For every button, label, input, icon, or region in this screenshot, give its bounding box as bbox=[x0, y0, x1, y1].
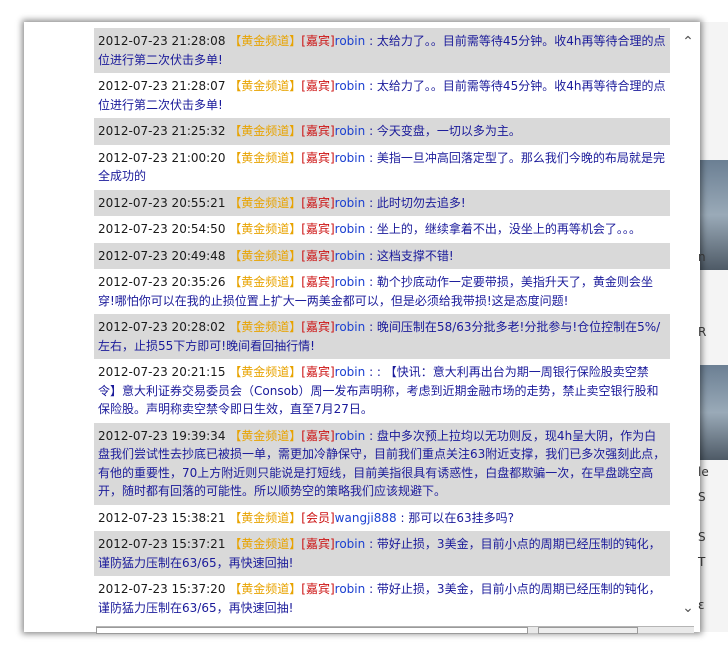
chat-message: 2012-07-23 15:37:21 【黄金频道】[嘉宾]robin : 带好… bbox=[94, 531, 670, 576]
username[interactable]: robin bbox=[335, 151, 366, 165]
chat-message-list[interactable]: 2012-07-23 21:28:08 【黄金频道】[嘉宾]robin : 太给… bbox=[94, 28, 700, 622]
chat-message: 2012-07-23 21:00:20 【黄金频道】[嘉宾]robin : 美指… bbox=[94, 145, 670, 190]
message-timestamp: 2012-07-23 20:35:26 bbox=[98, 275, 226, 289]
channel-tag: 【黄金频道】 bbox=[229, 79, 302, 93]
channel-tag: 【黄金频道】 bbox=[229, 222, 302, 236]
background-text-fragment: T bbox=[698, 555, 706, 569]
role-tag: [嘉宾] bbox=[301, 79, 335, 93]
chat-message: 2012-07-23 20:54:50 【黄金频道】[嘉宾]robin : 坐上… bbox=[94, 216, 670, 243]
channel-tag: 【黄金频道】 bbox=[229, 34, 302, 48]
message-text: : 此时切勿去追多! bbox=[369, 195, 466, 210]
role-tag: [嘉宾] bbox=[301, 222, 335, 236]
role-tag: [嘉宾] bbox=[301, 34, 335, 48]
background-text-fragment: le bbox=[698, 465, 709, 479]
username[interactable]: robin bbox=[335, 537, 366, 551]
channel-tag: 【黄金频道】 bbox=[229, 248, 302, 263]
scroll-down-icon[interactable]: ⌄ bbox=[678, 598, 698, 618]
message-timestamp: 2012-07-23 21:28:08 bbox=[98, 34, 226, 48]
message-timestamp: 2012-07-23 19:39:34 bbox=[98, 428, 226, 443]
username[interactable]: robin bbox=[335, 275, 366, 289]
role-tag: [嘉宾] bbox=[301, 320, 335, 334]
username[interactable]: robin bbox=[335, 582, 366, 596]
background-text-fragment: S bbox=[698, 490, 706, 504]
role-tag: [嘉宾] bbox=[301, 124, 335, 138]
chat-message: 2012-07-23 20:55:21 【黄金频道】[嘉宾]robin : 此时… bbox=[94, 189, 670, 216]
username[interactable]: wangji888 bbox=[335, 511, 397, 525]
chat-message: 2012-07-23 20:49:48 【黄金频道】[嘉宾]robin : 这档… bbox=[94, 242, 670, 269]
username[interactable]: robin bbox=[335, 320, 366, 334]
chat-log-window: 2012-07-23 21:28:08 【黄金频道】[嘉宾]robin : 太给… bbox=[24, 22, 700, 632]
message-timestamp: 2012-07-23 20:54:50 bbox=[98, 222, 226, 236]
role-tag: [嘉宾] bbox=[301, 428, 335, 443]
username[interactable]: robin bbox=[335, 365, 366, 379]
background-text-fragment: ε bbox=[698, 598, 705, 612]
role-tag: [嘉宾] bbox=[301, 365, 335, 379]
username[interactable]: robin bbox=[335, 196, 366, 210]
role-tag: [嘉宾] bbox=[301, 537, 335, 551]
message-text: : 这档支撑不错! bbox=[369, 248, 454, 263]
role-tag: [嘉宾] bbox=[301, 150, 335, 165]
background-text-fragment: S bbox=[698, 530, 706, 544]
chat-message: 2012-07-23 15:37:20 【黄金频道】[嘉宾]robin : 带好… bbox=[94, 576, 670, 621]
channel-tag: 【黄金频道】 bbox=[229, 510, 302, 525]
chat-message: 2012-07-23 15:38:21 【黄金频道】[会员]wangji888 … bbox=[94, 505, 670, 532]
username[interactable]: robin bbox=[335, 79, 366, 93]
role-tag: [会员] bbox=[301, 510, 335, 525]
window-left-margin bbox=[24, 22, 94, 632]
message-timestamp: 2012-07-23 20:28:02 bbox=[98, 320, 226, 334]
message-input[interactable] bbox=[96, 627, 528, 634]
role-tag: [嘉宾] bbox=[301, 195, 335, 210]
channel-tag: 【黄金频道】 bbox=[229, 428, 302, 443]
message-timestamp: 2012-07-23 20:21:15 bbox=[98, 365, 226, 379]
message-timestamp: 2012-07-23 20:55:21 bbox=[98, 195, 226, 210]
message-timestamp: 2012-07-23 21:25:32 bbox=[98, 124, 226, 138]
username[interactable]: robin bbox=[335, 124, 366, 138]
username[interactable]: robin bbox=[335, 429, 366, 443]
chat-message: 2012-07-23 20:28:02 【黄金频道】[嘉宾]robin : 晚间… bbox=[94, 314, 670, 359]
vertical-scrollbar[interactable]: ⌃ ⌄ bbox=[676, 28, 700, 622]
role-tag: [嘉宾] bbox=[301, 275, 335, 289]
message-timestamp: 2012-07-23 15:37:20 bbox=[98, 582, 226, 596]
channel-tag: 【黄金频道】 bbox=[229, 320, 302, 334]
username[interactable]: robin bbox=[335, 249, 366, 263]
message-timestamp: 2012-07-23 21:00:20 bbox=[98, 150, 226, 165]
message-timestamp: 2012-07-23 21:28:07 bbox=[98, 79, 226, 93]
chat-message: 2012-07-23 21:28:07 【黄金频道】[嘉宾]robin : 太给… bbox=[94, 73, 670, 118]
username[interactable]: robin bbox=[335, 34, 366, 48]
message-text: : 今天变盘，一切以多为主。 bbox=[369, 124, 521, 138]
message-timestamp: 2012-07-23 20:49:48 bbox=[98, 248, 226, 263]
channel-tag: 【黄金频道】 bbox=[229, 195, 302, 210]
username[interactable]: robin bbox=[335, 222, 366, 236]
channel-tag: 【黄金频道】 bbox=[229, 124, 302, 138]
channel-tag: 【黄金频道】 bbox=[229, 537, 302, 551]
background-text-fragment: R bbox=[698, 325, 707, 339]
chat-message: 2012-07-23 20:21:15 【黄金频道】[嘉宾]robin : : … bbox=[94, 359, 670, 423]
channel-tag: 【黄金频道】 bbox=[229, 150, 302, 165]
role-tag: [嘉宾] bbox=[301, 248, 335, 263]
channel-tag: 【黄金频道】 bbox=[229, 582, 302, 596]
chat-message: 2012-07-23 19:39:34 【黄金频道】[嘉宾]robin : 盘中… bbox=[94, 422, 670, 505]
chat-message: 2012-07-23 21:28:08 【黄金频道】[嘉宾]robin : 太给… bbox=[94, 28, 670, 73]
send-button[interactable] bbox=[538, 627, 638, 634]
background-text-fragment: n bbox=[698, 250, 706, 264]
channel-tag: 【黄金频道】 bbox=[229, 275, 302, 289]
message-timestamp: 2012-07-23 15:37:21 bbox=[98, 537, 226, 551]
message-timestamp: 2012-07-23 15:38:21 bbox=[98, 510, 226, 525]
channel-tag: 【黄金频道】 bbox=[229, 365, 302, 379]
chat-message: 2012-07-23 21:25:32 【黄金频道】[嘉宾]robin : 今天… bbox=[94, 118, 670, 145]
chat-message: 2012-07-23 20:35:26 【黄金频道】[嘉宾]robin : 勒个… bbox=[94, 269, 670, 314]
message-text: : 那可以在63挂多吗? bbox=[400, 510, 514, 525]
scroll-up-icon[interactable]: ⌃ bbox=[678, 32, 698, 52]
role-tag: [嘉宾] bbox=[301, 582, 335, 596]
message-text: : 坐上的，继续拿着不出，没坐上的再等机会了。。。 bbox=[369, 222, 641, 236]
